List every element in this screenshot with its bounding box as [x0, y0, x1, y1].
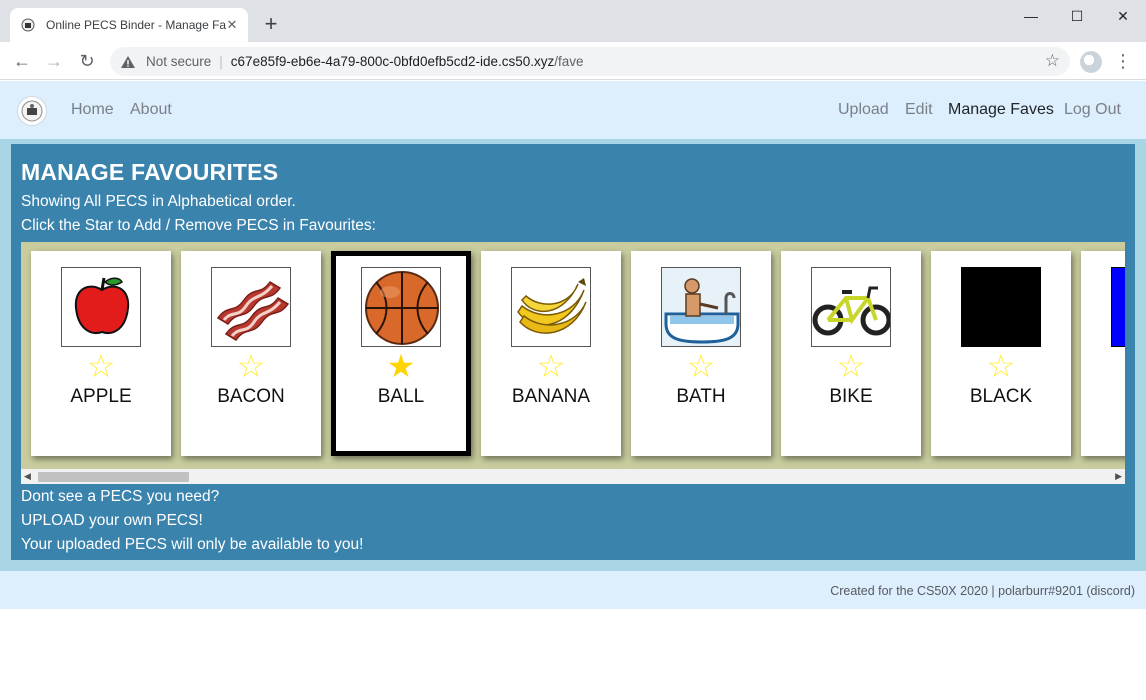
pecs-card[interactable]: ☆ BIKE [781, 251, 921, 456]
scrollbar-thumb[interactable] [38, 472, 189, 482]
scroll-right-icon[interactable]: ▶ [1115, 471, 1122, 482]
browser-tab-strip: Online PECS Binder - Manage Fav ✕ + — ☐ … [0, 0, 1146, 42]
address-bar-row: ← → ↻ Not secure | c67e85f9-eb6e-4a79-80… [0, 42, 1146, 80]
favourite-star-icon[interactable]: ☆ [781, 348, 921, 384]
favourite-star-icon[interactable]: ☆ [631, 348, 771, 384]
gallery-scrollbar[interactable]: ◀ ▶ [21, 469, 1125, 484]
favourite-star-icon[interactable]: ☆ [31, 348, 171, 384]
minimize-icon[interactable]: — [1008, 4, 1054, 28]
card-label: BATH [676, 386, 726, 407]
pecs-card[interactable] [1081, 251, 1125, 456]
browser-menu-icon[interactable]: ⋮ [1114, 50, 1132, 72]
outro-text-1: Dont see a PECS you need? [21, 488, 220, 505]
intro-text-1: Showing All PECS in Alphabetical order. [21, 193, 296, 210]
outro-text-2: UPLOAD your own PECS! [21, 512, 203, 529]
nav-log-out[interactable]: Log Out [1064, 101, 1121, 119]
bookmark-star-icon[interactable]: ☆ [1045, 51, 1060, 71]
browser-tab[interactable]: Online PECS Binder - Manage Fav ✕ [10, 8, 248, 42]
omnibox-divider: | [219, 54, 223, 69]
bath-icon [661, 267, 741, 347]
tab-close-icon[interactable]: ✕ [224, 17, 240, 33]
site-favicon-icon [20, 17, 36, 33]
card-label: BLACK [969, 386, 1033, 407]
card-label: BALL [377, 386, 425, 407]
site-footer: Created for the CS50X 2020 | polarburr#9… [0, 571, 1146, 609]
card-label: APPLE [70, 386, 132, 407]
card-label: BIKE [829, 386, 873, 407]
pecs-card[interactable]: ☆ BATH [631, 251, 771, 456]
not-secure-label: Not secure [146, 54, 212, 69]
favourite-star-icon[interactable]: ☆ [181, 348, 321, 384]
nav-upload[interactable]: Upload [838, 101, 889, 119]
profile-avatar[interactable] [1080, 51, 1102, 73]
nav-manage-faves[interactable]: Manage Faves [948, 101, 1054, 119]
banana-icon [511, 267, 591, 347]
page-title: MANAGE FAVOURITES [21, 159, 279, 185]
pecs-card[interactable]: ☆ BLACK [931, 251, 1071, 456]
apple-icon [61, 267, 141, 347]
nav-home[interactable]: Home [71, 101, 114, 119]
url-host: c67e85f9-eb6e-4a79-800c-0bfd0efb5cd2-ide… [230, 54, 555, 69]
manage-favourites-panel: MANAGE FAVOURITES Showing All PECS in Al… [11, 144, 1135, 560]
footer-text: Created for the CS50X 2020 | polarburr#9… [830, 584, 1135, 598]
content-wrapper: MANAGE FAVOURITES Showing All PECS in Al… [0, 139, 1146, 571]
reload-icon[interactable]: ↻ [76, 50, 98, 72]
site-navbar: Home About Upload Edit Manage Faves Log … [0, 81, 1146, 139]
warning-icon[interactable] [120, 54, 138, 70]
black-swatch-icon [961, 267, 1041, 347]
blue-swatch-icon [1111, 267, 1125, 347]
bacon-icon [211, 267, 291, 347]
card-label: BANANA [511, 386, 591, 407]
maximize-icon[interactable]: ☐ [1054, 4, 1100, 28]
pecs-card[interactable]: ☆ BANANA [481, 251, 621, 456]
favourite-star-icon[interactable]: ☆ [931, 348, 1071, 384]
nav-edit[interactable]: Edit [905, 101, 933, 119]
favourite-star-icon[interactable]: ☆ [481, 348, 621, 384]
card-label: BACON [217, 386, 285, 407]
basketball-icon [361, 267, 441, 347]
site-logo-icon[interactable] [17, 96, 47, 126]
tab-title: Online PECS Binder - Manage Fav [46, 18, 226, 32]
nav-about[interactable]: About [130, 101, 172, 119]
pecs-card[interactable]: ☆ BACON [181, 251, 321, 456]
bike-icon [811, 267, 891, 347]
url-path: /fave [554, 54, 584, 69]
scroll-left-icon[interactable]: ◀ [24, 471, 31, 482]
forward-icon[interactable]: → [43, 50, 65, 72]
pecs-card[interactable]: ☆ APPLE [31, 251, 171, 456]
back-icon[interactable]: ← [11, 50, 33, 72]
new-tab-icon[interactable]: + [260, 13, 282, 36]
pecs-card-selected[interactable]: ★ BALL [331, 251, 471, 456]
outro-text-3: Your uploaded PECS will only be availabl… [21, 536, 364, 553]
url-omnibox[interactable]: Not secure | c67e85f9-eb6e-4a79-800c-0bf… [110, 47, 1070, 76]
intro-text-2: Click the Star to Add / Remove PECS in F… [21, 217, 376, 234]
favourite-star-icon[interactable]: ★ [336, 348, 466, 384]
window-close-icon[interactable]: ✕ [1100, 4, 1146, 28]
pecs-gallery[interactable]: ☆ APPLE ☆ BACON ★ BALL ☆ BANANA ☆ BATH ☆… [21, 242, 1125, 469]
